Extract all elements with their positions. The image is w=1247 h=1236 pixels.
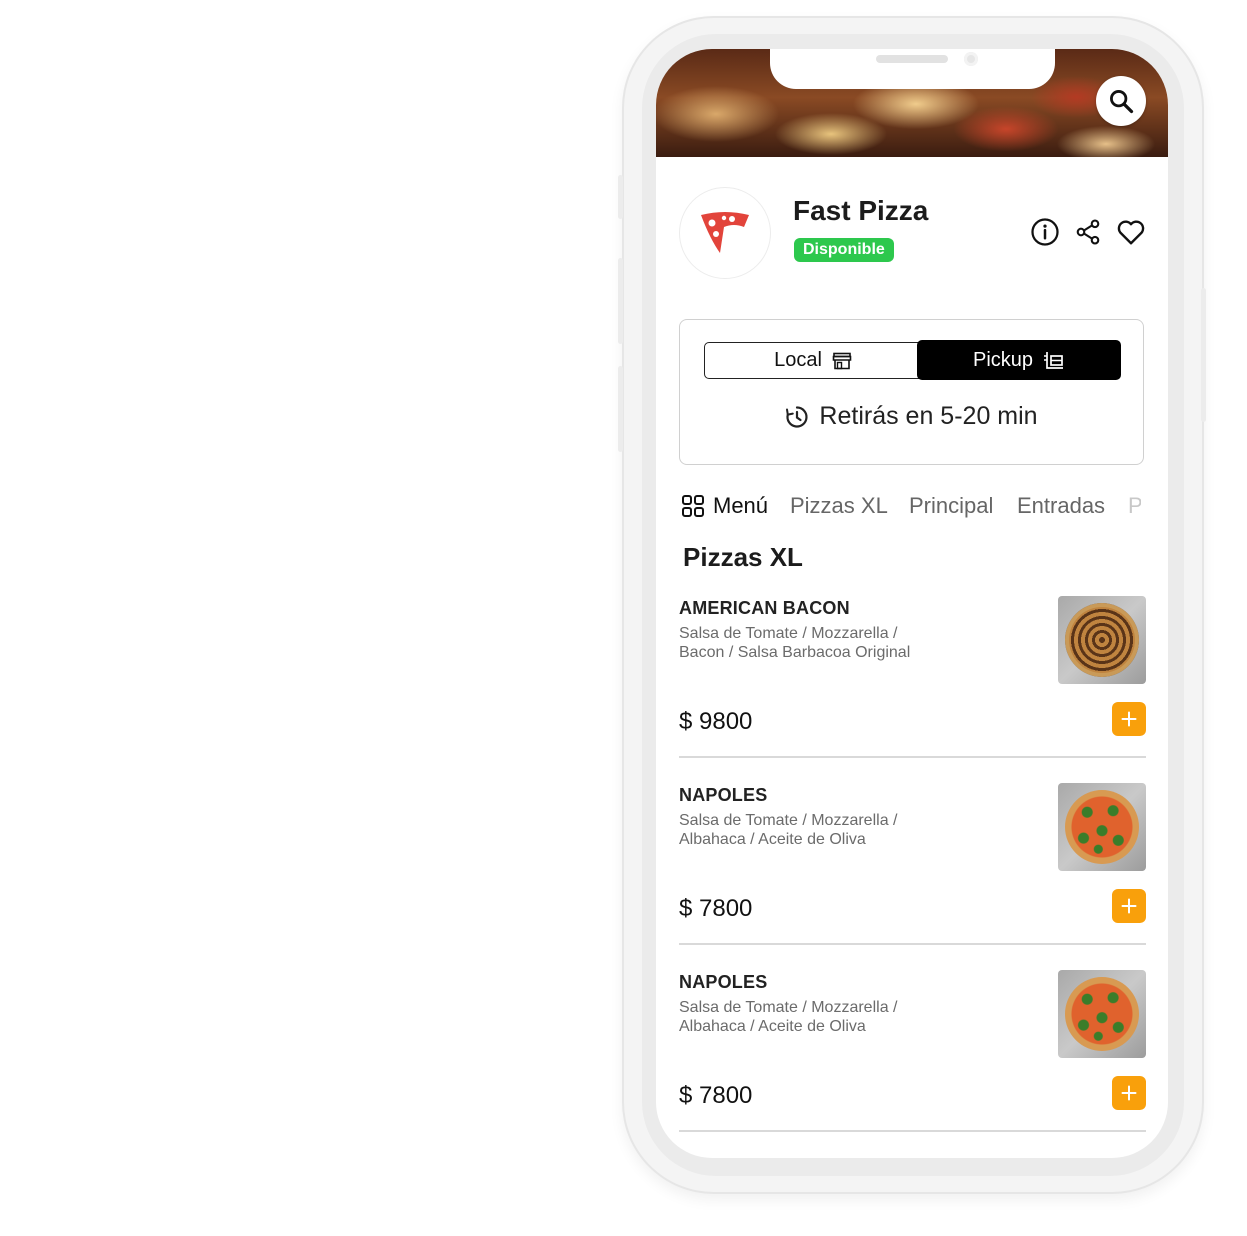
add-to-cart-button[interactable] <box>1112 1076 1146 1110</box>
tab-menu[interactable]: Menú <box>681 489 768 523</box>
item-image <box>1058 970 1146 1058</box>
restaurant-name: Fast Pizza <box>793 195 929 226</box>
menu-item[interactable]: AMERICAN BACON Salsa de Tomate / Mozzare… <box>679 596 1146 758</box>
local-option-label: Local <box>774 349 822 371</box>
phone-side-button <box>618 175 623 219</box>
item-price: $ 9800 <box>679 708 753 735</box>
item-name: AMERICAN BACON <box>679 598 850 618</box>
eta-text: Retirás en 5-20 min <box>819 402 1038 430</box>
phone-notch <box>770 49 1055 89</box>
item-description-line: Salsa de Tomate / Mozzarella / <box>679 812 898 829</box>
plus-icon <box>1121 898 1137 914</box>
item-description-line: Albahaca / Aceite de Oliva <box>679 1018 866 1035</box>
phone-volume-down-button <box>618 366 623 452</box>
cover-banner <box>656 49 1168 157</box>
item-image <box>1058 783 1146 871</box>
order-mode-panel: Local Pickup Retirás en 5-20 min <box>679 319 1144 465</box>
item-name: NAPOLES <box>679 785 768 805</box>
phone-volume-up-button <box>618 258 623 344</box>
menu-item[interactable]: NAPOLES Salsa de Tomate / Mozzarella / A… <box>679 783 1146 945</box>
notch-speaker <box>876 55 948 63</box>
plus-icon <box>1121 711 1137 727</box>
search-icon <box>1110 90 1134 114</box>
clock-history-icon <box>786 405 809 428</box>
item-image <box>1058 596 1146 684</box>
plus-icon <box>1121 1085 1137 1101</box>
tab-principal[interactable]: Principal <box>909 489 993 523</box>
status-badge: Disponible <box>794 238 894 262</box>
notch-camera <box>964 52 978 66</box>
add-to-cart-button[interactable] <box>1112 702 1146 736</box>
pizza-image <box>1065 790 1139 864</box>
pizza-slice-logo-icon <box>701 212 749 253</box>
restaurant-logo <box>679 187 771 279</box>
item-description: Salsa de Tomate / Mozzarella / Albahaca … <box>679 811 939 849</box>
phone-power-button <box>1201 288 1206 422</box>
pickup-option-label: Pickup <box>972 348 1034 371</box>
item-price: $ 7800 <box>679 895 753 922</box>
item-description-line: Salsa de Tomate / Mozzarella / <box>679 625 898 642</box>
item-description-line: Salsa de Tomate / Mozzarella / <box>679 999 898 1016</box>
item-description: Salsa de Tomate / Mozzarella / Albahaca … <box>679 998 939 1036</box>
item-divider <box>679 756 1146 758</box>
pickup-icon <box>1044 352 1064 369</box>
section-title: Pizzas XL <box>683 542 803 572</box>
tab-pizzas-xl[interactable]: Pizzas XL <box>790 489 888 523</box>
info-icon <box>1031 218 1059 246</box>
tab-overflow[interactable]: P <box>1128 489 1141 523</box>
favorite-button[interactable] <box>1116 217 1146 247</box>
local-option-button[interactable]: Local <box>704 342 922 379</box>
item-name: NAPOLES <box>679 972 768 992</box>
item-description-line: Bacon / Salsa Barbacoa Original <box>679 644 911 661</box>
item-description-line: Albahaca / Aceite de Oliva <box>679 831 866 848</box>
info-button[interactable] <box>1030 217 1060 247</box>
item-divider <box>679 1130 1146 1132</box>
item-divider <box>679 943 1146 945</box>
category-tabs: Menú Pizzas XL Principal Entradas P <box>681 489 1141 523</box>
item-price: $ 7800 <box>679 1082 753 1109</box>
add-to-cart-button[interactable] <box>1112 889 1146 923</box>
search-button[interactable] <box>1096 76 1146 126</box>
tab-menu-label: Menú <box>713 493 769 518</box>
grid-icon <box>682 495 704 517</box>
share-button[interactable] <box>1073 217 1103 247</box>
item-description: Salsa de Tomate / Mozzarella / Bacon / S… <box>679 624 939 662</box>
heart-icon <box>1117 220 1145 245</box>
pickup-eta: Retirás en 5-20 min <box>680 402 1143 431</box>
pizza-image <box>1065 977 1139 1051</box>
share-icon <box>1076 219 1100 245</box>
store-icon <box>832 352 852 369</box>
tab-entradas[interactable]: Entradas <box>1017 489 1105 523</box>
pickup-option-button[interactable]: Pickup <box>917 340 1121 380</box>
menu-item[interactable]: NAPOLES Salsa de Tomate / Mozzarella / A… <box>679 970 1146 1132</box>
app-screen: Fast Pizza Disponible Local Pickup Retir… <box>656 49 1168 1158</box>
pizza-image <box>1065 603 1139 677</box>
